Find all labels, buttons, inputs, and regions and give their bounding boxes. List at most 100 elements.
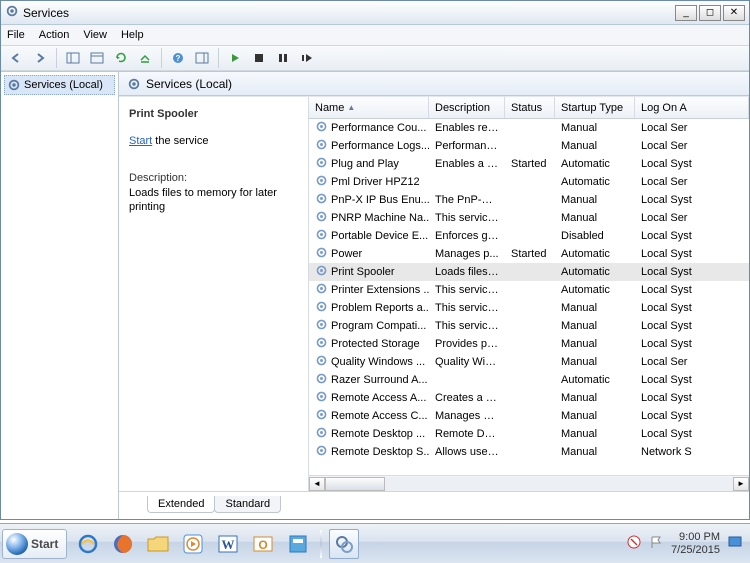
cell-logon: Local Ser <box>635 176 749 188</box>
cell-description: Enforces gr... <box>429 230 505 242</box>
firefox-icon[interactable] <box>108 529 138 559</box>
detail-panel: Print Spooler Start the service Descript… <box>119 97 309 491</box>
service-row[interactable]: Portable Device E...Enforces gr...Disabl… <box>309 227 749 245</box>
console-tree[interactable]: Services (Local) <box>1 72 119 519</box>
service-row[interactable]: Performance Logs...Performanc...ManualLo… <box>309 137 749 155</box>
cell-startup: Automatic <box>555 158 635 170</box>
service-row[interactable]: Remote Desktop ...Remote Des...ManualLoc… <box>309 425 749 443</box>
pause-service-button[interactable] <box>272 47 294 69</box>
col-description[interactable]: Description <box>429 97 505 118</box>
service-row[interactable]: PowerManages p...StartedAutomaticLocal S… <box>309 245 749 263</box>
service-row[interactable]: Quality Windows ...Quality Win...ManualL… <box>309 353 749 371</box>
system-tray[interactable]: 9:00 PM 7/25/2015 <box>627 531 748 555</box>
cell-name: Program Compati... <box>309 318 429 334</box>
properties-button[interactable] <box>86 47 108 69</box>
taskbar[interactable]: Start W O 9:00 PM 7/25/2015 <box>0 523 750 563</box>
gear-icon <box>315 228 328 244</box>
title-bar[interactable]: Services _ ◻ ✕ <box>1 1 749 25</box>
cell-name: Printer Extensions ... <box>309 282 429 298</box>
header-label: Services (Local) <box>146 77 232 91</box>
service-row[interactable]: Protected StorageProvides pr...ManualLoc… <box>309 335 749 353</box>
service-row[interactable]: Performance Cou...Enables rem...ManualLo… <box>309 119 749 137</box>
col-logon[interactable]: Log On A <box>635 97 749 118</box>
restart-service-button[interactable] <box>296 47 318 69</box>
cell-description: Loads files t... <box>429 266 505 278</box>
scroll-right-button[interactable]: ► <box>733 477 749 491</box>
stop-service-button[interactable] <box>248 47 270 69</box>
horizontal-scrollbar[interactable]: ◄ ► <box>309 475 749 491</box>
maximize-button[interactable]: ◻ <box>699 5 721 21</box>
service-row[interactable]: Problem Reports a...This service ...Manu… <box>309 299 749 317</box>
menu-action[interactable]: Action <box>39 29 70 41</box>
minimize-button[interactable]: _ <box>675 5 697 21</box>
taskbar-services-button[interactable] <box>329 529 359 559</box>
app-icon[interactable] <box>283 529 313 559</box>
refresh-button[interactable] <box>110 47 132 69</box>
service-row[interactable]: Printer Extensions ...This service ...Au… <box>309 281 749 299</box>
service-row[interactable]: Remote Desktop S...Allows user...ManualN… <box>309 443 749 461</box>
rows-container[interactable]: Performance Cou...Enables rem...ManualLo… <box>309 119 749 475</box>
back-button[interactable] <box>5 47 27 69</box>
tab-standard[interactable]: Standard <box>214 496 281 513</box>
outlook-icon[interactable]: O <box>248 529 278 559</box>
clock[interactable]: 9:00 PM 7/25/2015 <box>671 531 720 555</box>
col-status[interactable]: Status <box>505 97 555 118</box>
cell-name: Razer Surround A... <box>309 372 429 388</box>
cell-logon: Local Syst <box>635 230 749 242</box>
show-hide-tree-button[interactable] <box>62 47 84 69</box>
tray-flag-icon[interactable] <box>649 535 663 552</box>
show-desktop-button[interactable] <box>728 535 742 552</box>
service-row[interactable]: Print SpoolerLoads files t...AutomaticLo… <box>309 263 749 281</box>
forward-button[interactable] <box>29 47 51 69</box>
start-button[interactable]: Start <box>2 529 67 559</box>
menu-file[interactable]: File <box>7 29 25 41</box>
view-tabs: Extended Standard <box>119 491 749 513</box>
service-row[interactable]: Razer Surround A...AutomaticLocal Syst <box>309 371 749 389</box>
service-row[interactable]: Plug and PlayEnables a c...StartedAutoma… <box>309 155 749 173</box>
start-service-button[interactable] <box>224 47 246 69</box>
cell-startup: Manual <box>555 320 635 332</box>
ie-icon[interactable] <box>73 529 103 559</box>
result-header: Services (Local) <box>119 72 749 96</box>
column-headers: Name▲ Description Status Startup Type Lo… <box>309 97 749 119</box>
service-row[interactable]: PNRP Machine Na...This service ...Manual… <box>309 209 749 227</box>
cell-status: Started <box>505 248 555 260</box>
cell-logon: Local Ser <box>635 356 749 368</box>
cell-name: Pml Driver HPZ12 <box>309 174 429 190</box>
service-row[interactable]: PnP-X IP Bus Enu...The PnP-X ...ManualLo… <box>309 191 749 209</box>
service-row[interactable]: Remote Access C...Manages di...ManualLoc… <box>309 407 749 425</box>
cell-startup: Manual <box>555 140 635 152</box>
tab-extended[interactable]: Extended <box>147 496 215 513</box>
show-hide-action-pane-button[interactable] <box>191 47 213 69</box>
col-startup[interactable]: Startup Type <box>555 97 635 118</box>
cell-startup: Manual <box>555 356 635 368</box>
tray-alert-icon[interactable] <box>627 535 641 552</box>
cell-name: Remote Desktop ... <box>309 426 429 442</box>
help-button[interactable]: ? <box>167 47 189 69</box>
scroll-thumb[interactable] <box>325 477 385 491</box>
gear-icon <box>315 426 328 442</box>
media-player-icon[interactable] <box>178 529 208 559</box>
cell-logon: Local Syst <box>635 428 749 440</box>
col-name[interactable]: Name▲ <box>309 97 429 118</box>
menu-view[interactable]: View <box>83 29 107 41</box>
service-row[interactable]: Program Compati...This service ... Manual… <box>309 317 749 335</box>
export-button[interactable] <box>134 47 156 69</box>
cell-logon: Local Syst <box>635 194 749 206</box>
word-icon[interactable]: W <box>213 529 243 559</box>
explorer-icon[interactable] <box>143 529 173 559</box>
window-title: Services <box>23 6 673 20</box>
cell-description: This service ... <box>429 320 505 332</box>
scroll-track[interactable] <box>325 477 733 491</box>
scroll-left-button[interactable]: ◄ <box>309 477 325 491</box>
cell-description: Allows user... <box>429 446 505 458</box>
cell-name: Power <box>309 246 429 262</box>
tree-services-local[interactable]: Services (Local) <box>4 75 115 95</box>
close-button[interactable]: ✕ <box>723 5 745 21</box>
service-row[interactable]: Remote Access A...Creates a co...ManualL… <box>309 389 749 407</box>
menu-help[interactable]: Help <box>121 29 144 41</box>
start-service-link[interactable]: Start <box>129 135 152 147</box>
cell-status: Started <box>505 158 555 170</box>
service-row[interactable]: Pml Driver HPZ12AutomaticLocal Ser <box>309 173 749 191</box>
cell-logon: Local Syst <box>635 374 749 386</box>
